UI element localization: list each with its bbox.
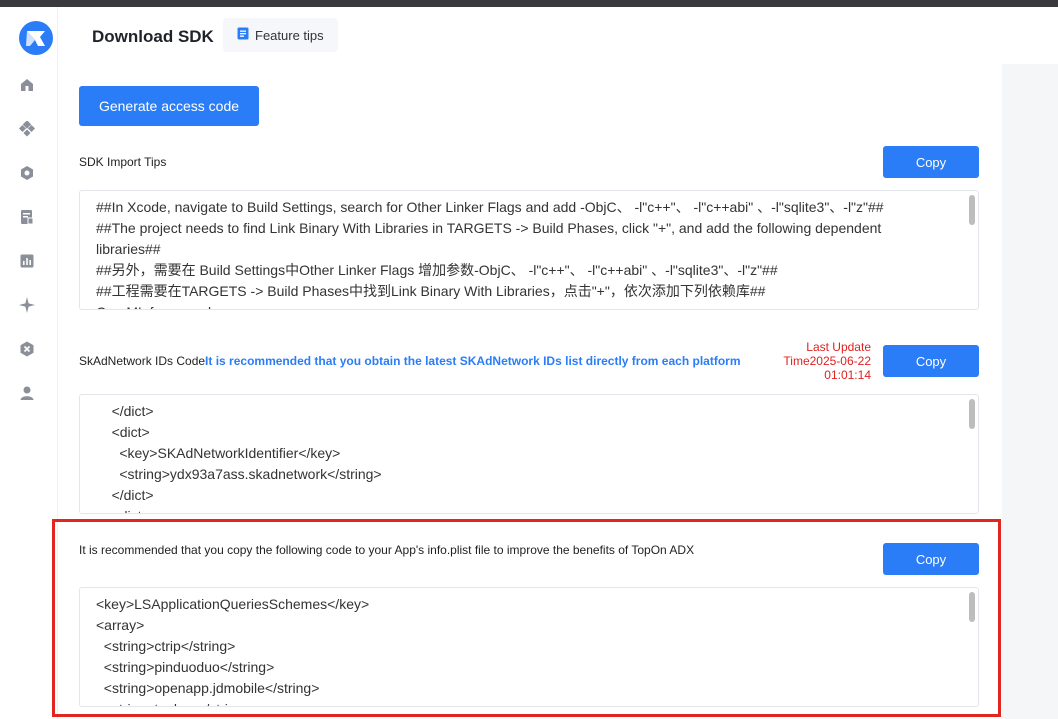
import-tips-code: ##In Xcode, navigate to Build Settings, … [96,199,884,309]
import-tips-scrollbar[interactable] [969,195,975,225]
user-icon[interactable] [17,383,37,403]
main-area: Generate access code SDK Import Tips Cop… [58,64,1058,719]
last-update-note: Last Update Time2025-06-22 01:01:14 [758,340,871,382]
copy-skad-button[interactable]: Copy [883,345,979,377]
content-panel: Generate access code SDK Import Tips Cop… [58,64,1002,719]
last-update-line-2: Time2025-06-22 [783,354,871,368]
copy-import-tips-button[interactable]: Copy [883,146,979,178]
last-update-line-3: 01:01:14 [824,368,871,382]
chart-icon[interactable] [17,251,37,271]
generate-access-code-button[interactable]: Generate access code [79,86,259,126]
settings-cluster-icon[interactable] [17,163,37,183]
skad-section-label: SkAdNetwork IDs CodeIt is recommended th… [79,354,740,368]
feature-tips-button[interactable]: Feature tips [223,18,338,52]
apps-icon[interactable] [17,119,37,139]
sdk-import-tips-label: SDK Import Tips [79,155,167,169]
window-top-bar [0,0,1058,7]
plist-section-label: It is recommended that you copy the foll… [79,543,695,557]
logo-icon[interactable] [18,20,54,56]
close-circle-icon[interactable] [17,339,37,359]
page-title: Download SDK [92,27,214,46]
last-update-line-1: Last Update [806,340,871,354]
right-gutter [1002,64,1058,719]
report-icon[interactable] [17,207,37,227]
plist-scrollbar[interactable] [969,592,975,622]
feature-tips-label: Feature tips [255,27,324,43]
sidebar [0,7,58,719]
skad-code-box[interactable]: </dict> <dict> <key>SKAdNetworkIdentifie… [79,394,979,514]
header: Download SDK Feature tips [58,7,1058,64]
plist-code-box[interactable]: <key>LSApplicationQueriesSchemes</key> <… [79,587,979,707]
skad-note: It is recommended that you obtain the la… [205,354,741,368]
sparkle-icon[interactable] [17,295,37,315]
plist-code: <key>LSApplicationQueriesSchemes</key> <… [96,596,370,706]
home-icon[interactable] [17,75,37,95]
skad-scrollbar[interactable] [969,399,975,429]
copy-plist-button[interactable]: Copy [883,543,979,575]
document-icon [237,27,249,43]
import-tips-code-box[interactable]: ##In Xcode, navigate to Build Settings, … [79,190,979,310]
skad-code: </dict> <dict> <key>SKAdNetworkIdentifie… [111,403,382,513]
skad-label: SkAdNetwork IDs Code [79,354,206,368]
